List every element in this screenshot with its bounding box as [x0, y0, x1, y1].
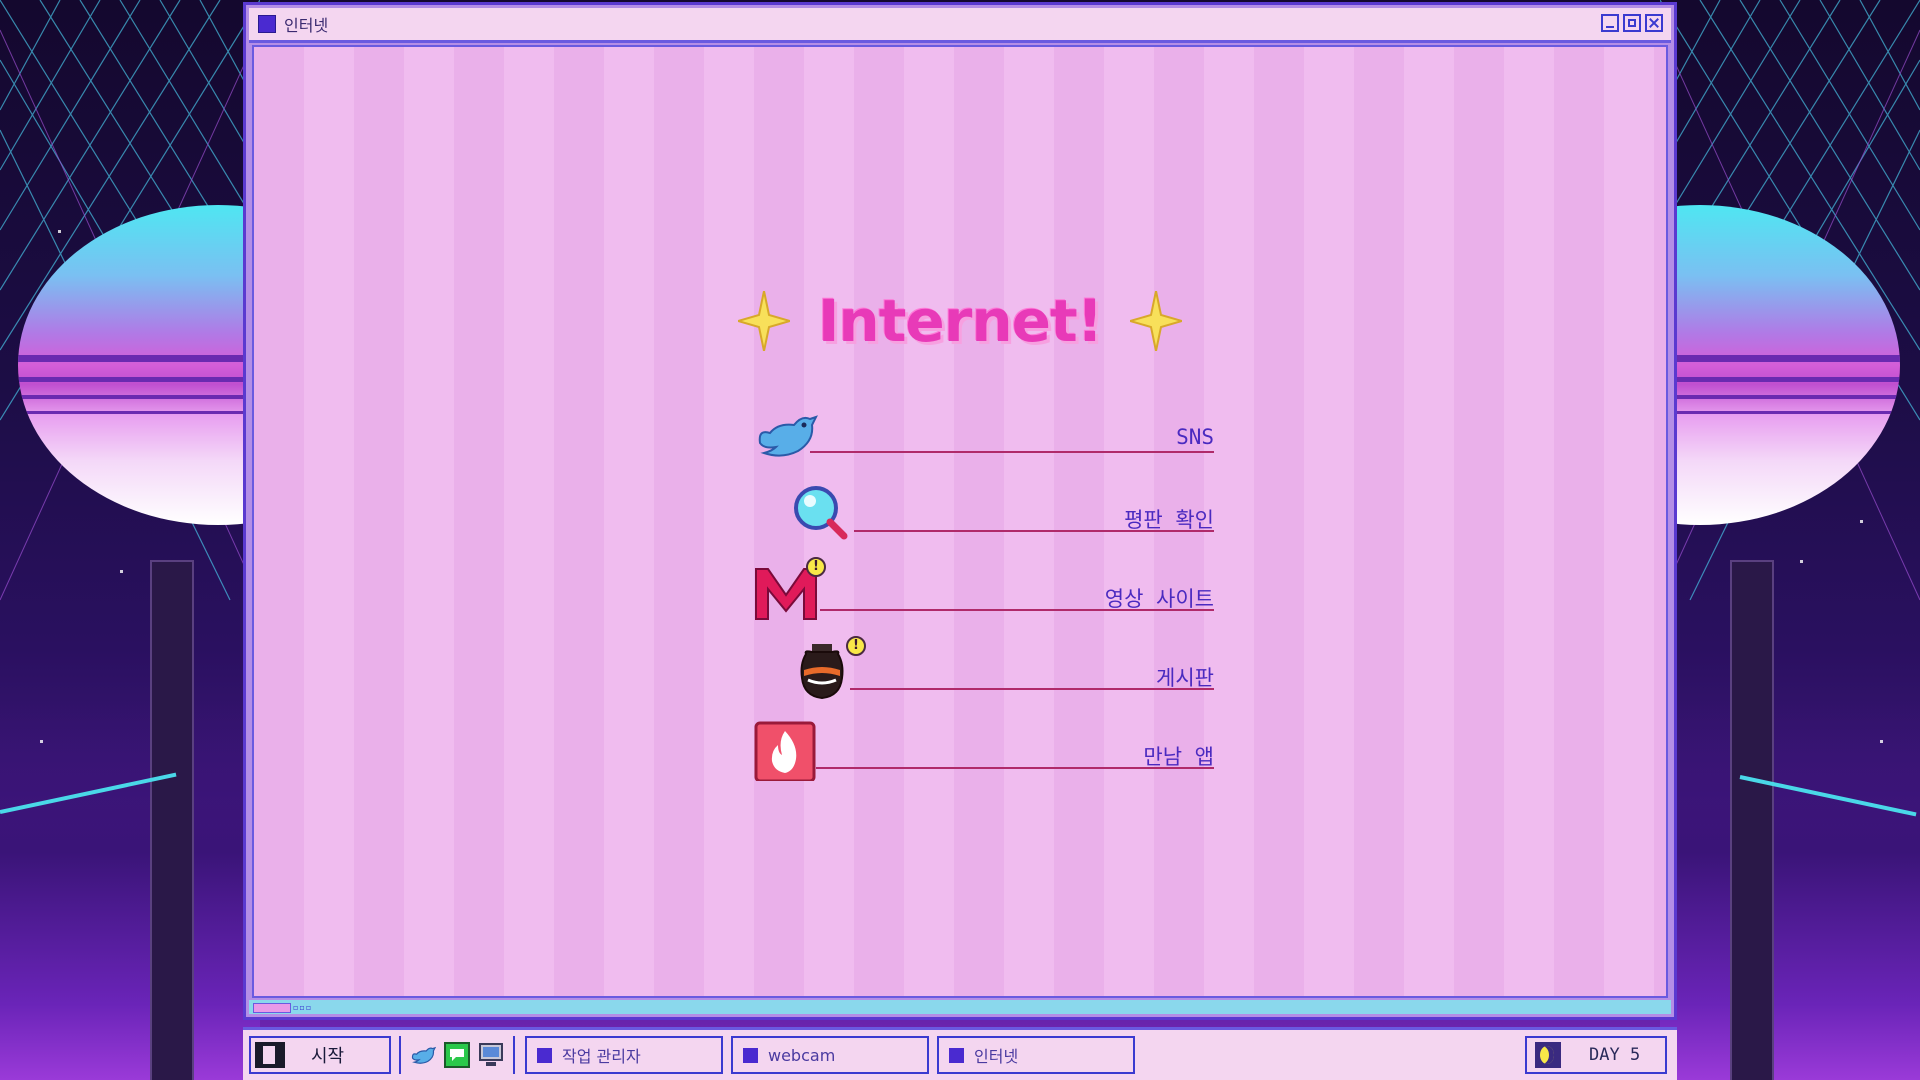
- power-pole-right: [1730, 560, 1774, 1080]
- computer-icon[interactable]: [477, 1041, 505, 1069]
- headline: Internet!: [254, 287, 1666, 355]
- star: [40, 740, 43, 743]
- start-label: 시작: [311, 1046, 345, 1067]
- start-button[interactable]: 시작: [249, 1036, 391, 1074]
- alert-badge: !: [806, 557, 826, 577]
- internet-window: 인터넷 Internet! SNS 평판 확인 ! 영상 사이트 ! 게시판 만…: [243, 2, 1677, 1020]
- headline-text: Internet!: [817, 287, 1103, 355]
- magnifier-icon: [794, 486, 848, 540]
- star: [1800, 560, 1803, 563]
- menu-item-sns[interactable]: SNS: [754, 405, 1214, 484]
- menu-label: SNS: [1176, 425, 1214, 449]
- power-pole-left: [150, 560, 194, 1080]
- task-label: 작업 관리자: [562, 1047, 641, 1066]
- moon-icon: [1535, 1042, 1561, 1068]
- menu-line: [810, 451, 1214, 453]
- sparkle-icon: [737, 291, 790, 351]
- start-logo-icon: [255, 1042, 285, 1068]
- status-segment: [253, 1003, 291, 1013]
- bird-icon: [758, 415, 818, 457]
- menu-label: 평판 확인: [1124, 508, 1214, 532]
- star: [120, 570, 123, 573]
- sparkle-icon: [1130, 291, 1183, 351]
- status-dots: ▫▫▫: [293, 1003, 313, 1012]
- bird-icon[interactable]: [409, 1041, 437, 1069]
- maximize-button[interactable]: [1623, 14, 1641, 32]
- task-label: webcam: [768, 1045, 836, 1065]
- minimize-button[interactable]: [1601, 14, 1619, 32]
- window-content: Internet! SNS 평판 확인 ! 영상 사이트 ! 게시판 만남 앱: [252, 45, 1668, 998]
- menu-item-dating-app[interactable]: 만남 앱: [754, 721, 1214, 800]
- task-task-manager[interactable]: 작업 관리자: [525, 1036, 723, 1074]
- star: [1860, 520, 1863, 523]
- task-app-icon: [949, 1047, 964, 1063]
- alert-badge: !: [846, 636, 866, 656]
- internet-menu: SNS 평판 확인 ! 영상 사이트 ! 게시판 만남 앱: [754, 405, 1214, 800]
- menu-item-video-site[interactable]: ! 영상 사이트: [754, 557, 1214, 642]
- city-floor-left: [0, 700, 260, 1080]
- task-app-icon: [537, 1047, 552, 1063]
- window-status-strip: ▫▫▫: [249, 1000, 1671, 1014]
- close-button[interactable]: [1645, 14, 1663, 32]
- window-title: 인터넷: [284, 16, 329, 35]
- window-app-icon: [258, 15, 276, 33]
- flame-app-icon: [754, 721, 816, 781]
- menu-label: 만남 앱: [1143, 745, 1214, 769]
- star: [58, 230, 61, 233]
- task-webcam[interactable]: webcam: [731, 1036, 929, 1074]
- task-app-icon: [743, 1047, 758, 1063]
- menu-item-board[interactable]: ! 게시판: [754, 636, 1214, 721]
- menu-label: 게시판: [1156, 666, 1214, 690]
- quick-launch: [399, 1036, 515, 1074]
- day-counter: DAY 5: [1589, 1045, 1641, 1065]
- task-internet[interactable]: 인터넷: [937, 1036, 1135, 1074]
- star: [1880, 740, 1883, 743]
- chat-icon[interactable]: [443, 1041, 471, 1069]
- menu-label: 영상 사이트: [1104, 587, 1214, 611]
- task-label: 인터넷: [974, 1047, 1019, 1066]
- taskbar: 시작 작업 관리자 webcam 인터넷 DAY 5: [243, 1027, 1677, 1080]
- window-titlebar[interactable]: 인터넷: [249, 8, 1671, 43]
- system-tray[interactable]: DAY 5: [1525, 1036, 1667, 1074]
- city-floor-right: [1660, 700, 1920, 1080]
- menu-item-reputation[interactable]: 평판 확인: [754, 484, 1214, 563]
